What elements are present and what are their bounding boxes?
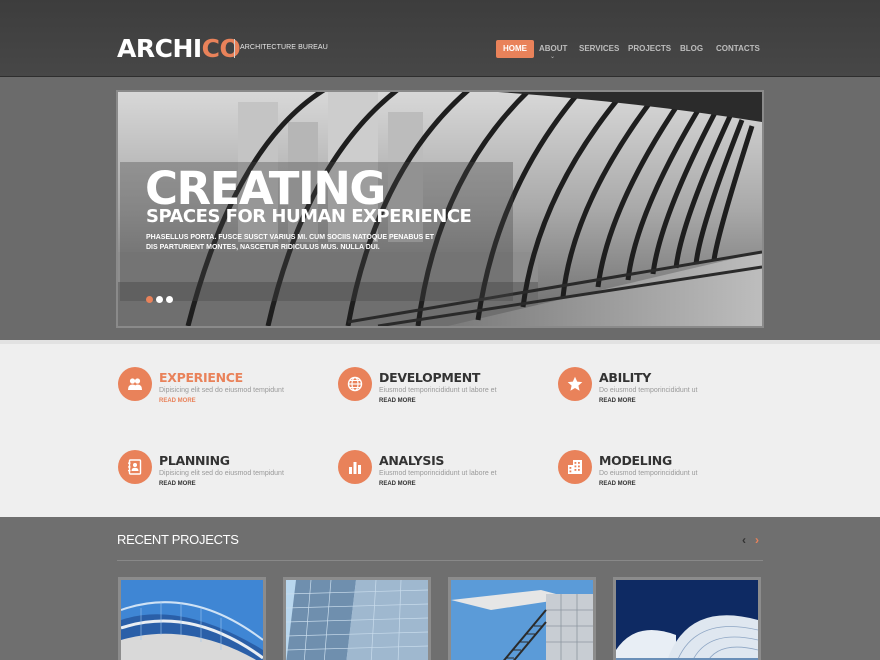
service-title[interactable]: PLANNING bbox=[159, 453, 230, 468]
nav-contacts[interactable]: CONTACTS bbox=[716, 40, 760, 58]
project-thumb-3[interactable] bbox=[448, 577, 596, 660]
service-desc: Dipisicing elit sed do eiusmod tempidunt bbox=[159, 470, 284, 477]
nav-projects[interactable]: PROJECTS bbox=[628, 40, 671, 58]
service-planning: PLANNING Dipisicing elit sed do eiusmod … bbox=[118, 450, 318, 490]
project-thumb-2[interactable] bbox=[283, 577, 431, 660]
white-futuristic-building-image bbox=[616, 580, 758, 660]
logo[interactable]: ARCHICO bbox=[117, 34, 241, 63]
slide-subtitle: SPACES FOR HUMAN EXPERIENCE bbox=[146, 206, 472, 227]
glass-skyscraper-image bbox=[286, 580, 428, 660]
recent-projects-section: RECENT PROJECTS ‹ › bbox=[0, 517, 880, 660]
read-more-link[interactable]: READ MORE bbox=[379, 481, 416, 487]
project-thumb-1[interactable] bbox=[118, 577, 266, 660]
service-title[interactable]: EXPERIENCE bbox=[159, 370, 243, 385]
service-title[interactable]: ABILITY bbox=[599, 370, 651, 385]
project-thumb-4[interactable] bbox=[613, 577, 761, 660]
building-icon bbox=[558, 450, 592, 484]
read-more-link[interactable]: READ MORE bbox=[599, 481, 636, 487]
tagline: ARCHITECTURE BUREAU bbox=[240, 44, 328, 51]
service-ability: ABILITY Do eiusmod temporincididunt ut R… bbox=[558, 367, 758, 407]
service-desc: Eiusmod temporincididunt ut labore et bbox=[379, 470, 497, 477]
logo-main: ARCHI bbox=[117, 34, 202, 63]
read-more-link[interactable]: READ MORE bbox=[159, 481, 196, 487]
service-title[interactable]: MODELING bbox=[599, 453, 672, 468]
modern-facade-stairs-image bbox=[451, 580, 593, 660]
logo-divider bbox=[234, 39, 235, 58]
service-modeling: MODELING Do eiusmod temporincididunt ut … bbox=[558, 450, 758, 490]
hero-slider[interactable]: CREATING SPACES FOR HUMAN EXPERIENCE PHA… bbox=[116, 90, 764, 328]
globe-icon bbox=[338, 367, 372, 401]
services-section: EXPERIENCE Dipisicing elit sed do eiusmo… bbox=[0, 340, 880, 517]
site-header: ARCHICO ARCHITECTURE BUREAU HOME ABOUT ⌄… bbox=[0, 0, 880, 77]
divider bbox=[117, 560, 763, 561]
service-development: DEVELOPMENT Eiusmod temporincididunt ut … bbox=[338, 367, 538, 407]
slider-dot-2[interactable] bbox=[156, 296, 163, 303]
service-desc: Eiusmod temporincididunt ut labore et bbox=[379, 387, 497, 394]
service-experience: EXPERIENCE Dipisicing elit sed do eiusmo… bbox=[118, 367, 318, 407]
service-desc: Do eiusmod temporincididunt ut bbox=[599, 470, 698, 477]
slider-dot-3[interactable] bbox=[166, 296, 173, 303]
service-title[interactable]: DEVELOPMENT bbox=[379, 370, 480, 385]
star-icon bbox=[558, 367, 592, 401]
service-analysis: ANALYSIS Eiusmod temporincididunt ut lab… bbox=[338, 450, 538, 490]
service-desc: Do eiusmod temporincididunt ut bbox=[599, 387, 698, 394]
next-arrow-icon[interactable]: › bbox=[755, 533, 759, 547]
service-desc: Dipisicing elit sed do eiusmod tempidunt bbox=[159, 387, 284, 394]
section-title: RECENT PROJECTS bbox=[117, 532, 239, 547]
read-more-link[interactable]: READ MORE bbox=[379, 398, 416, 404]
bar-chart-icon bbox=[338, 450, 372, 484]
slide-text: PHASELLUS PORTA. FUSCE SUSCT VARIUS MI. … bbox=[146, 234, 435, 251]
prev-arrow-icon[interactable]: ‹ bbox=[742, 533, 746, 547]
chevron-down-icon: ⌄ bbox=[550, 54, 556, 60]
service-title[interactable]: ANALYSIS bbox=[379, 453, 444, 468]
nav-blog[interactable]: BLOG bbox=[680, 40, 703, 58]
nav-home[interactable]: HOME bbox=[496, 40, 534, 58]
slider-dot-1[interactable] bbox=[146, 296, 153, 303]
contact-book-icon bbox=[118, 450, 152, 484]
curved-glass-building-image bbox=[121, 580, 263, 660]
read-more-link[interactable]: READ MORE bbox=[599, 398, 636, 404]
users-icon bbox=[118, 367, 152, 401]
nav-services[interactable]: SERVICES bbox=[579, 40, 619, 58]
read-more-link[interactable]: READ MORE bbox=[159, 398, 196, 404]
